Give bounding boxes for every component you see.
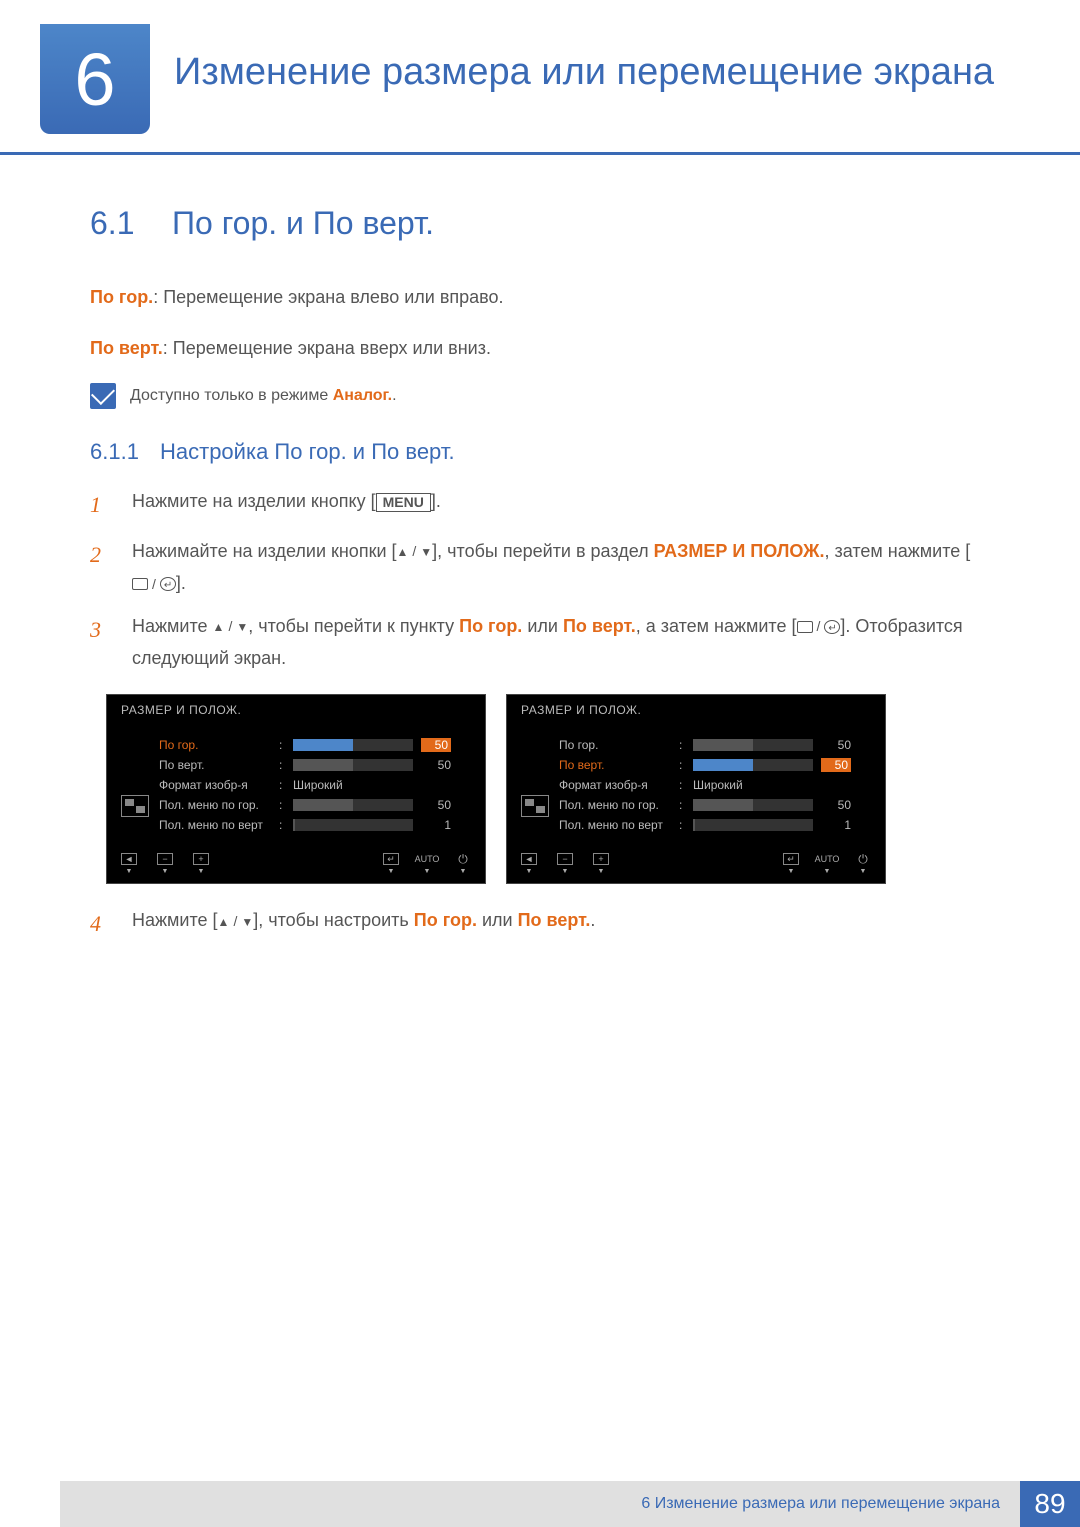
subsection-number: 6.1.1 xyxy=(90,439,142,465)
osd-slider xyxy=(293,819,413,831)
page-footer: 6 Изменение размера или перемещение экра… xyxy=(0,1481,1080,1527)
osd-screenshots: РАЗМЕР И ПОЛОЖ. По гор.:50 По верт.:50 Ф… xyxy=(106,694,990,884)
osd-slider xyxy=(693,739,813,751)
osd-auto-icon: AUTO▼ xyxy=(419,853,435,875)
osd-slider xyxy=(693,819,813,831)
subsection-heading: 6.1.1 Настройка По гор. и По верт. xyxy=(90,439,990,465)
section-number: 6.1 xyxy=(90,205,148,242)
intro-line-1: По гор.: Перемещение экрана влево или вп… xyxy=(90,282,990,313)
source-enter-icon: / xyxy=(797,614,841,639)
osd-size-icon xyxy=(121,795,149,817)
arrow-up-down-icon: / xyxy=(218,909,254,934)
osd-power-icon: ⏻▼ xyxy=(855,853,871,875)
osd-slider xyxy=(293,739,413,751)
osd-slider xyxy=(293,799,413,811)
step-number: 1 xyxy=(90,485,114,525)
intro-line-2: По верт.: Перемещение экрана вверх или в… xyxy=(90,333,990,364)
osd-title: РАЗМЕР И ПОЛОЖ. xyxy=(507,695,885,725)
note-text: Доступно только в режиме Аналог.. xyxy=(130,387,397,405)
osd-value: Широкий xyxy=(293,778,343,792)
osd-row-label: Пол. меню по гор. xyxy=(559,798,671,812)
step-4: 4 Нажмите [/], чтобы настроить По гор. и… xyxy=(90,904,990,944)
osd-size-icon xyxy=(521,795,549,817)
osd-row-label: По верт. xyxy=(159,758,271,772)
osd-value: 50 xyxy=(821,758,851,772)
note-icon xyxy=(90,383,116,409)
osd-panel-vertical: РАЗМЕР И ПОЛОЖ. По гор.:50 По верт.:50 Ф… xyxy=(506,694,886,884)
osd-row-label: Пол. меню по верт xyxy=(159,818,271,832)
osd-slider xyxy=(693,759,813,771)
osd-value: 50 xyxy=(421,758,451,772)
footer-text: 6 Изменение размера или перемещение экра… xyxy=(60,1481,1020,1527)
osd-slider xyxy=(293,759,413,771)
osd-value: Широкий xyxy=(693,778,743,792)
term-horizontal: По гор. xyxy=(90,287,153,307)
osd-back-icon: ◄▼ xyxy=(521,853,537,875)
osd-minus-icon: −▼ xyxy=(157,853,173,875)
page-number: 89 xyxy=(1020,1481,1080,1527)
step-number: 4 xyxy=(90,904,114,944)
step-2: 2 Нажимайте на изделии кнопки [/], чтобы… xyxy=(90,535,990,600)
osd-value: 1 xyxy=(821,818,851,832)
section-title: По гор. и По верт. xyxy=(172,205,434,242)
arrow-up-down-icon: / xyxy=(213,614,249,639)
step-1: 1 Нажмите на изделии кнопку [MENU]. xyxy=(90,485,990,525)
osd-power-icon: ⏻▼ xyxy=(455,853,471,875)
osd-slider xyxy=(693,799,813,811)
osd-row-label: Пол. меню по верт xyxy=(559,818,671,832)
osd-panel-horizontal: РАЗМЕР И ПОЛОЖ. По гор.:50 По верт.:50 Ф… xyxy=(106,694,486,884)
osd-toolbar: ◄▼ −▼ +▼ ↵▼ AUTO▼ ⏻▼ xyxy=(107,849,485,883)
osd-title: РАЗМЕР И ПОЛОЖ. xyxy=(107,695,485,725)
osd-row-label: По верт. xyxy=(559,758,671,772)
osd-row-label: Пол. меню по гор. xyxy=(159,798,271,812)
osd-row-label: По гор. xyxy=(559,738,671,752)
osd-row-label: По гор. xyxy=(159,738,271,752)
osd-value: 1 xyxy=(421,818,451,832)
osd-minus-icon: −▼ xyxy=(557,853,573,875)
osd-auto-icon: AUTO▼ xyxy=(819,853,835,875)
source-enter-icon: / xyxy=(132,572,176,597)
osd-enter-icon: ↵▼ xyxy=(383,853,399,875)
osd-row-label: Формат изобр-я xyxy=(559,778,671,792)
step-number: 3 xyxy=(90,610,114,675)
osd-plus-icon: +▼ xyxy=(193,853,209,875)
osd-toolbar: ◄▼ −▼ +▼ ↵▼ AUTO▼ ⏻▼ xyxy=(507,849,885,883)
step-number: 2 xyxy=(90,535,114,600)
step-3: 3 Нажмите /, чтобы перейти к пункту По г… xyxy=(90,610,990,675)
osd-value: 50 xyxy=(421,798,451,812)
osd-row-label: Формат изобр-я xyxy=(159,778,271,792)
osd-back-icon: ◄▼ xyxy=(121,853,137,875)
menu-button-label: MENU xyxy=(376,493,431,512)
subsection-title: Настройка По гор. и По верт. xyxy=(160,439,455,465)
arrow-up-down-icon: / xyxy=(397,539,433,564)
analog-note: Доступно только в режиме Аналог.. xyxy=(90,383,990,409)
osd-value: 50 xyxy=(821,798,851,812)
term-vertical: По верт. xyxy=(90,338,163,358)
osd-value: 50 xyxy=(821,738,851,752)
chapter-header: 6 Изменение размера или перемещение экра… xyxy=(0,0,1080,155)
steps-list: 1 Нажмите на изделии кнопку [MENU]. 2 На… xyxy=(90,485,990,944)
osd-value: 50 xyxy=(421,738,451,752)
section-heading: 6.1 По гор. и По верт. xyxy=(90,205,990,242)
chapter-number-badge: 6 xyxy=(40,24,150,134)
chapter-title: Изменение размера или перемещение экрана xyxy=(174,24,994,96)
osd-enter-icon: ↵▼ xyxy=(783,853,799,875)
osd-plus-icon: +▼ xyxy=(593,853,609,875)
